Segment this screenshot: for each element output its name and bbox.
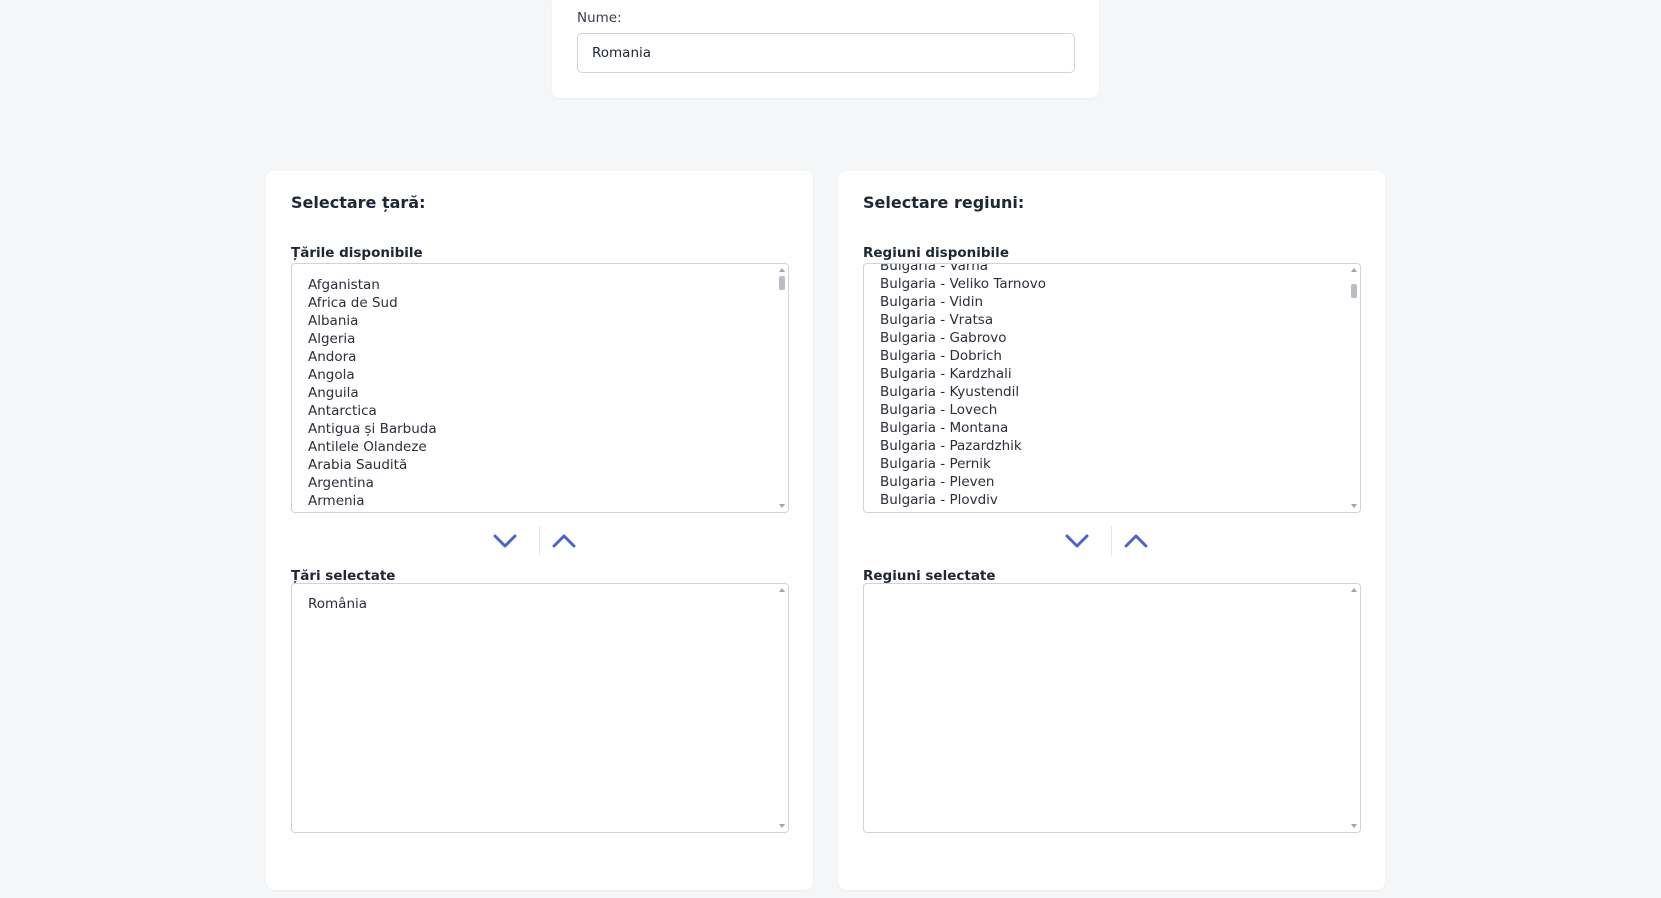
list-option[interactable]: Bulgaria - Pleven <box>880 473 1346 491</box>
add-country-button[interactable] <box>485 524 525 558</box>
region-panel-title: Selectare regiuni: <box>863 193 1025 212</box>
scroll-up-icon[interactable] <box>779 268 785 272</box>
available-regions-scrollbar[interactable] <box>1348 264 1360 512</box>
list-option[interactable]: Bulgaria - Kyustendil <box>880 383 1346 401</box>
remove-region-button[interactable] <box>1116 524 1156 558</box>
add-region-button[interactable] <box>1057 524 1097 558</box>
region-panel: Selectare regiuni: Regiuni disponibile B… <box>838 171 1385 890</box>
name-input[interactable] <box>577 33 1075 73</box>
list-option[interactable]: Anguila <box>308 384 774 402</box>
list-option[interactable]: Bulgaria - Plovdiv <box>880 491 1346 509</box>
chevron-down-icon <box>493 534 517 548</box>
list-option[interactable]: Bulgaria - Montana <box>880 419 1346 437</box>
list-option[interactable]: Albania <box>308 312 774 330</box>
selected-regions-scrollbar[interactable] <box>1348 584 1360 832</box>
available-countries-list[interactable]: Afganistan Africa de Sud Albania Algeria And… <box>291 263 789 513</box>
available-regions-label: Regiuni disponibile <box>863 245 1009 261</box>
list-option[interactable]: Arabia Saudită <box>308 456 774 474</box>
chevron-up-icon <box>552 534 576 548</box>
scroll-down-icon[interactable] <box>1351 504 1357 508</box>
list-option[interactable]: România <box>308 595 774 613</box>
list-option[interactable]: Angola <box>308 366 774 384</box>
list-option[interactable]: Andora <box>308 348 774 366</box>
country-panel: Selectare țară: Țările disponibile Afgan… <box>266 171 813 890</box>
region-move-controls <box>1049 524 1174 558</box>
arrow-divider <box>1111 526 1112 556</box>
list-option[interactable]: Bulgaria - Vidin <box>880 293 1346 311</box>
list-option[interactable]: Antigua și Barbuda <box>308 420 774 438</box>
country-panel-title: Selectare țară: <box>291 193 426 212</box>
scroll-up-icon[interactable] <box>1351 268 1357 272</box>
scroll-down-icon[interactable] <box>779 824 785 828</box>
scroll-down-icon[interactable] <box>1351 824 1357 828</box>
available-countries-label: Țările disponibile <box>291 245 423 261</box>
list-option[interactable]: Bulgaria - Kardzhali <box>880 365 1346 383</box>
scroll-up-icon[interactable] <box>1351 588 1357 592</box>
selected-countries-scrollbar[interactable] <box>776 584 788 832</box>
remove-country-button[interactable] <box>544 524 584 558</box>
list-option[interactable]: Bulgaria - Gabrovo <box>880 329 1346 347</box>
list-option[interactable]: Africa de Sud <box>308 294 774 312</box>
selected-countries-items: România <box>308 595 774 613</box>
list-option[interactable]: Algeria <box>308 330 774 348</box>
list-option[interactable]: Bulgaria - Vratsa <box>880 311 1346 329</box>
available-countries-items: Afganistan Africa de Sud Albania Algeria And… <box>308 276 774 510</box>
scroll-thumb[interactable] <box>1351 284 1357 298</box>
name-label: Nume: <box>577 10 622 26</box>
name-card: Nume: <box>552 0 1099 98</box>
chevron-up-icon <box>1124 534 1148 548</box>
list-option[interactable]: Bulgaria - Varna <box>880 264 1346 275</box>
list-option[interactable]: Bulgaria - Pazardzhik <box>880 437 1346 455</box>
selected-countries-list[interactable]: România <box>291 583 789 833</box>
chevron-down-icon <box>1065 534 1089 548</box>
selected-regions-label: Regiuni selectate <box>863 568 996 584</box>
list-option[interactable]: Bulgaria - Veliko Tarnovo <box>880 275 1346 293</box>
list-option[interactable]: Bulgaria - Lovech <box>880 401 1346 419</box>
list-option[interactable]: Bulgaria - Razgrad <box>880 509 1346 512</box>
available-countries-scrollbar[interactable] <box>776 264 788 512</box>
scroll-thumb[interactable] <box>779 276 785 290</box>
list-option[interactable]: Bulgaria - Pernik <box>880 455 1346 473</box>
list-option[interactable]: Armenia <box>308 492 774 510</box>
list-option[interactable]: Bulgaria - Dobrich <box>880 347 1346 365</box>
arrow-divider <box>539 526 540 556</box>
selected-regions-list[interactable] <box>863 583 1361 833</box>
list-option[interactable]: Antarctica <box>308 402 774 420</box>
list-option[interactable]: Argentina <box>308 474 774 492</box>
country-move-controls <box>477 524 602 558</box>
list-option[interactable]: Afganistan <box>308 276 774 294</box>
available-regions-list[interactable]: Bulgaria - Varna Bulgaria - Veliko Tarnov… <box>863 263 1361 513</box>
available-regions-items: Bulgaria - Varna Bulgaria - Veliko Tarnov… <box>880 264 1346 512</box>
scroll-up-icon[interactable] <box>779 588 785 592</box>
list-option[interactable]: Antilele Olandeze <box>308 438 774 456</box>
selected-countries-label: Țări selectate <box>291 568 396 584</box>
scroll-down-icon[interactable] <box>779 504 785 508</box>
